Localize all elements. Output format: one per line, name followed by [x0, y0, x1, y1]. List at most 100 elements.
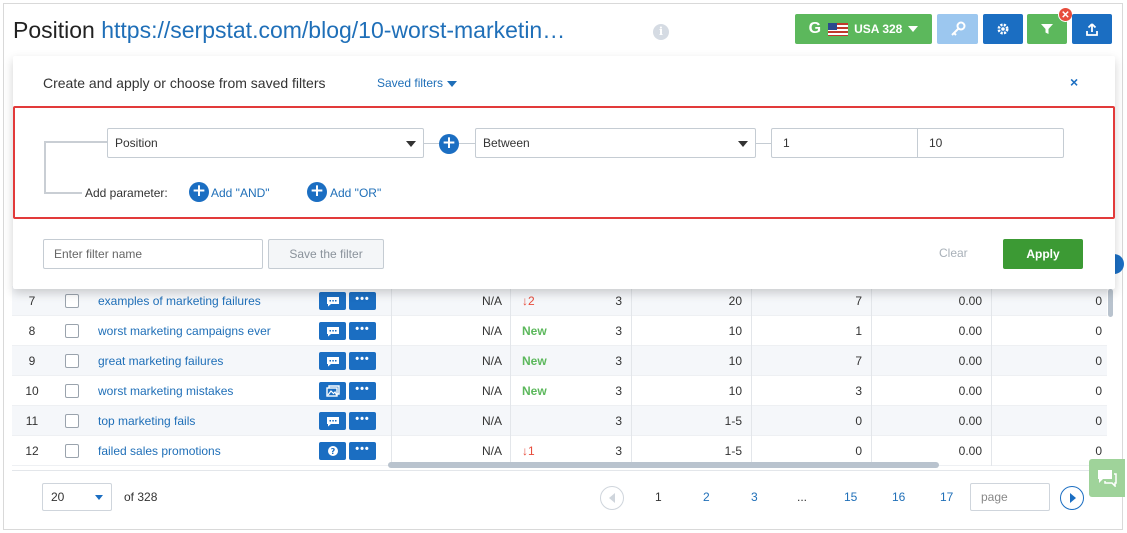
keyword-link[interactable]: top marketing fails — [98, 406, 195, 436]
table-row: 10 worst marketing mistakes ••• N/A New … — [12, 376, 1107, 406]
vertical-scrollbar[interactable] — [1108, 289, 1113, 317]
add-and-link[interactable]: Add "AND" — [211, 186, 270, 200]
connector-line — [424, 143, 439, 144]
table-row: 11 top marketing fails ••• N/A 3 1-5 0 0… — [12, 406, 1107, 436]
page-15[interactable]: 15 — [844, 490, 857, 504]
serp-features-icon[interactable]: ? — [319, 442, 346, 460]
row-checkbox[interactable] — [65, 294, 79, 308]
settings-button[interactable] — [983, 14, 1023, 44]
more-button[interactable]: ••• — [349, 412, 376, 430]
results-value: 0 — [1095, 294, 1102, 308]
competition-value: 7 — [855, 354, 862, 368]
position-value: 3 — [615, 294, 622, 308]
saved-filters-label: Saved filters — [377, 76, 444, 90]
database-select-button[interactable]: G USA 328 — [795, 14, 932, 44]
serp-features-icon[interactable] — [319, 322, 346, 340]
add-or-link[interactable]: Add "OR" — [330, 186, 381, 200]
volume-value: 20 — [728, 294, 742, 308]
table-row: 8 worst marketing campaigns ever ••• N/A… — [12, 316, 1107, 346]
serp-features-icon[interactable] — [319, 352, 346, 370]
export-button[interactable] — [1072, 14, 1112, 44]
page-16[interactable]: 16 — [892, 490, 905, 504]
page-ellipsis: ... — [797, 490, 808, 504]
add-condition-icon[interactable]: + — [439, 134, 459, 154]
page-title: Position https://serpstat.com/blog/10-wo… — [13, 17, 565, 44]
serp-features-icon[interactable] — [319, 412, 346, 430]
usa-flag-icon — [828, 22, 849, 36]
serp-features-icon[interactable] — [319, 292, 346, 310]
keyword-link[interactable]: worst marketing campaigns ever — [98, 316, 271, 346]
filter-rule-group: Position + Between 1 10 Add parameter: +… — [13, 106, 1115, 219]
row-checkbox[interactable] — [65, 414, 79, 428]
more-button[interactable]: ••• — [349, 352, 376, 370]
filter-name-input[interactable] — [43, 239, 263, 269]
chevron-down-icon — [908, 26, 919, 32]
row-checkbox[interactable] — [65, 444, 79, 458]
tree-connector — [44, 192, 82, 194]
add-or-icon[interactable]: + — [307, 182, 327, 202]
column-divider — [751, 406, 752, 436]
more-button[interactable]: ••• — [349, 322, 376, 340]
prev-page-button[interactable] — [600, 486, 624, 510]
saved-filters-dropdown[interactable]: Saved filters — [377, 76, 458, 90]
column-divider — [510, 376, 511, 406]
range-from-input[interactable]: 1 — [771, 128, 918, 158]
more-button[interactable]: ••• — [349, 382, 376, 400]
column-divider — [631, 286, 632, 316]
serp-features-icon[interactable] — [319, 382, 346, 400]
condition-select[interactable]: Between — [475, 128, 756, 158]
per-page-select[interactable]: 20 — [42, 483, 112, 511]
page-2[interactable]: 2 — [703, 490, 710, 504]
page-1[interactable]: 1 — [655, 490, 662, 504]
row-checkbox[interactable] — [65, 384, 79, 398]
more-button[interactable]: ••• — [349, 442, 376, 460]
title-url[interactable]: https://serpstat.com/blog/10-worst-marke… — [101, 17, 565, 43]
info-icon[interactable]: i — [653, 24, 669, 40]
range-to-input[interactable]: 10 — [917, 128, 1064, 158]
column-divider — [751, 286, 752, 316]
page-17[interactable]: 17 — [940, 490, 953, 504]
more-button[interactable]: ••• — [349, 292, 376, 310]
tree-connector — [44, 141, 46, 193]
competition-value: 0 — [855, 414, 862, 428]
key-button[interactable] — [937, 14, 978, 44]
row-checkbox[interactable] — [65, 354, 79, 368]
save-filter-button[interactable]: Save the filter — [268, 239, 384, 269]
horizontal-scrollbar[interactable] — [388, 462, 939, 468]
page-3[interactable]: 3 — [751, 490, 758, 504]
side-toggle[interactable] — [1114, 254, 1124, 274]
competition-value: 7 — [855, 294, 862, 308]
row-number: 11 — [25, 414, 39, 428]
column-divider — [751, 376, 752, 406]
keyword-link[interactable]: worst marketing mistakes — [98, 376, 233, 406]
column-divider — [991, 376, 992, 406]
parameter-value: Position — [115, 136, 158, 150]
page-input[interactable] — [970, 483, 1050, 511]
apply-button[interactable]: Apply — [1003, 239, 1083, 269]
funnel-icon — [1041, 24, 1053, 34]
chat-widget-button[interactable] — [1089, 459, 1125, 497]
row-checkbox[interactable] — [65, 324, 79, 338]
column-divider — [631, 376, 632, 406]
column-divider — [991, 316, 992, 346]
results-value: 0 — [1095, 354, 1102, 368]
remove-filter-icon[interactable]: ✕ — [1058, 7, 1073, 22]
condition-value: Between — [483, 136, 530, 150]
close-icon[interactable]: × — [1070, 74, 1078, 90]
keyword-link[interactable]: failed sales promotions — [98, 436, 221, 466]
filter-panel: Create and apply or choose from saved fi… — [13, 56, 1115, 289]
add-and-icon[interactable]: + — [189, 182, 209, 202]
parameter-select[interactable]: Position — [107, 128, 424, 158]
column-divider — [871, 286, 872, 316]
chevron-down-icon — [738, 141, 748, 147]
question-icon: ? — [327, 446, 338, 456]
column-divider — [871, 406, 872, 436]
keyword-link[interactable]: great marketing failures — [98, 346, 223, 376]
keyword-link[interactable]: examples of marketing failures — [98, 286, 261, 316]
chevron-down-icon — [406, 141, 416, 147]
volume-value: 10 — [728, 384, 742, 398]
column-divider — [991, 286, 992, 316]
clear-button[interactable]: Clear — [939, 246, 968, 260]
column-divider — [391, 376, 392, 406]
next-page-button[interactable] — [1060, 486, 1084, 510]
